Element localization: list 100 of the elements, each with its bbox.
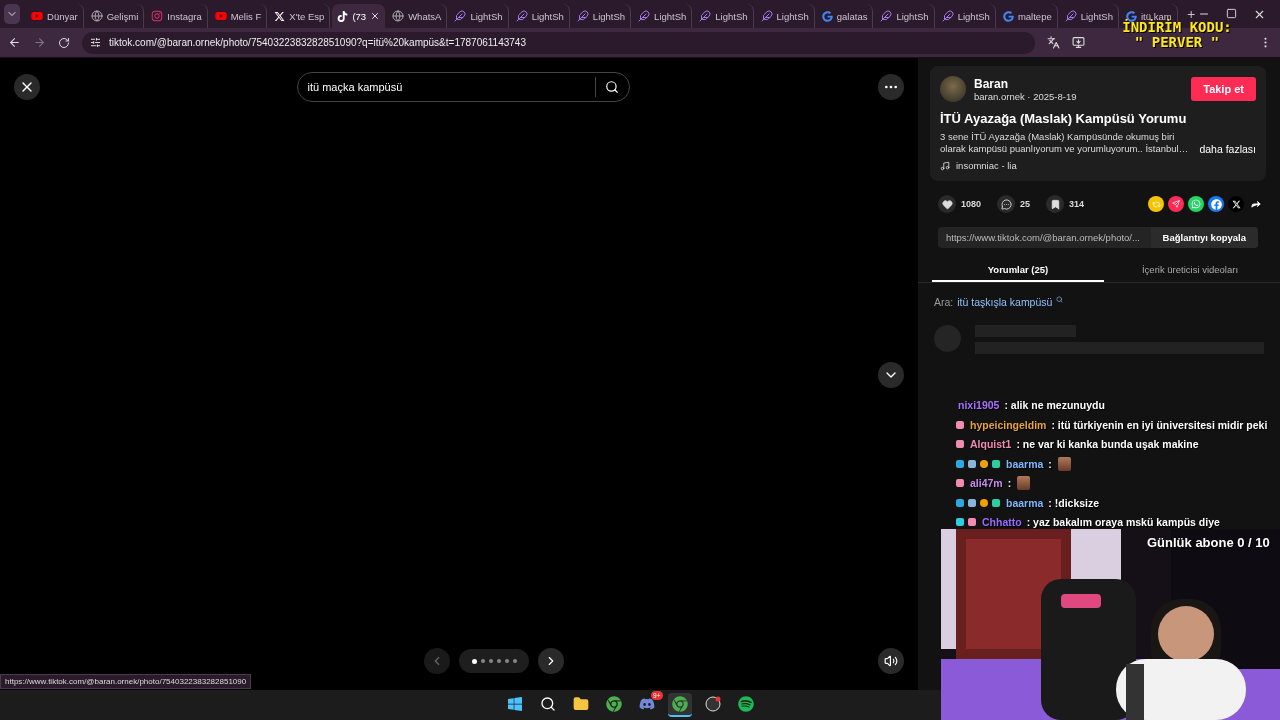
send-icon bbox=[1172, 200, 1180, 208]
avatar[interactable] bbox=[940, 76, 966, 102]
post-title: İTÜ Ayazağa (Maslak) Kampüsü Yorumu bbox=[940, 111, 1188, 126]
g-logo-icon bbox=[1002, 10, 1014, 22]
install-icon[interactable] bbox=[1072, 36, 1085, 49]
bookmark-button[interactable] bbox=[1046, 195, 1065, 213]
feather-icon bbox=[941, 10, 954, 22]
author-handle: baran.ornek · 2025-8-19 bbox=[974, 90, 1078, 102]
next-post-button[interactable] bbox=[878, 362, 904, 388]
chat-message: : alik ne mezunuydu bbox=[1004, 399, 1105, 412]
heart-icon bbox=[941, 198, 953, 210]
folder-icon bbox=[572, 696, 589, 712]
more-button[interactable] bbox=[878, 74, 904, 100]
like-button[interactable] bbox=[938, 195, 956, 213]
bookmark-icon bbox=[1049, 198, 1061, 210]
camera-icon bbox=[151, 10, 164, 22]
page-dot[interactable] bbox=[480, 659, 485, 663]
search-icon bbox=[1056, 296, 1064, 303]
record-app-icon bbox=[704, 696, 721, 712]
panel-tab[interactable]: Yorumlar (25) bbox=[932, 258, 1104, 282]
page-dot[interactable] bbox=[471, 658, 477, 664]
send-button[interactable] bbox=[1168, 196, 1184, 212]
page-dot[interactable] bbox=[496, 659, 501, 663]
feather-icon bbox=[576, 10, 589, 22]
speaker-icon bbox=[884, 654, 898, 668]
search-icon bbox=[539, 696, 556, 712]
chat-username: hypeicingeldim bbox=[970, 418, 1047, 431]
tab-list-button[interactable] bbox=[4, 4, 21, 24]
sound-waves-icon bbox=[737, 696, 754, 712]
game-controller-face-icon bbox=[638, 696, 655, 712]
x-icon bbox=[1231, 199, 1241, 209]
play-button-icon bbox=[31, 10, 44, 22]
chat-message: : bbox=[1048, 457, 1052, 470]
promo-text: " PERVER " bbox=[1134, 35, 1220, 50]
comment-button[interactable] bbox=[997, 195, 1016, 213]
stat-count: 314 bbox=[1069, 199, 1085, 209]
close-icon[interactable] bbox=[370, 11, 381, 21]
feather-icon bbox=[1064, 10, 1077, 22]
play-button-icon bbox=[214, 10, 227, 22]
feather-icon bbox=[699, 10, 712, 22]
speech-bubble-icon bbox=[1000, 198, 1012, 210]
feather-icon bbox=[638, 10, 651, 22]
panel-tab[interactable]: İçerik üreticisi videoları bbox=[1104, 258, 1276, 282]
feather-icon bbox=[515, 10, 528, 22]
follow-button[interactable]: Takip et bbox=[1191, 77, 1256, 101]
music-title[interactable]: insomniac - lia bbox=[956, 160, 1017, 171]
windows-logo-icon bbox=[506, 696, 523, 712]
chat-username: Chhatto bbox=[982, 516, 1022, 529]
translate-icon[interactable] bbox=[1047, 36, 1060, 49]
chat-message: : ne var ki kanka bunda uşak makine bbox=[1016, 438, 1199, 451]
stat-count: 1080 bbox=[961, 199, 982, 209]
address-field[interactable]: tiktok.com/@baran.ornek/photo/7540322383282851090?q=itü%20kampüs&t=1787061143743 bbox=[82, 31, 1035, 54]
browser-logo-icon bbox=[671, 696, 688, 712]
stat-count: 25 bbox=[1020, 199, 1031, 209]
share-arrow-icon bbox=[1250, 198, 1262, 210]
maximize-icon[interactable] bbox=[1226, 7, 1237, 19]
search-field[interactable]: itü maçka kampüsü bbox=[296, 72, 630, 102]
browser-tab[interactable]: (73 bbox=[332, 4, 386, 28]
whatsapp-button[interactable] bbox=[1188, 196, 1204, 212]
chat-username: baarma bbox=[1006, 496, 1044, 509]
feather-icon bbox=[454, 10, 467, 22]
search-icon bbox=[605, 80, 619, 94]
chat-username: Alquist1 bbox=[970, 438, 1012, 451]
site-settings-icon[interactable] bbox=[90, 37, 101, 48]
next-button[interactable] bbox=[538, 648, 564, 674]
globe-icon bbox=[392, 10, 405, 22]
globe-icon bbox=[90, 10, 103, 22]
more-link[interactable]: daha fazlası bbox=[1199, 143, 1256, 155]
copy-link-button[interactable]: Bağlantıyı kopyala bbox=[1150, 227, 1258, 248]
repost-icon bbox=[1151, 199, 1161, 209]
author-name[interactable]: Baran bbox=[974, 76, 1184, 91]
back-icon[interactable] bbox=[8, 36, 21, 49]
feather-icon bbox=[880, 10, 893, 22]
chat-message: : !dicksize bbox=[1048, 496, 1100, 509]
x-share-button[interactable] bbox=[1228, 196, 1244, 212]
volume-button[interactable] bbox=[878, 648, 904, 674]
search-prefix: Ara: bbox=[934, 296, 954, 308]
subscriber-goal: Günlük abone 0 / 10 bbox=[1147, 535, 1270, 550]
page-dot[interactable] bbox=[504, 659, 509, 663]
search-suggestion-link[interactable]: itü taşkışla kampüsü bbox=[957, 296, 1053, 308]
page-dot[interactable] bbox=[512, 659, 517, 663]
repost-button[interactable] bbox=[1148, 196, 1164, 212]
forward-icon[interactable] bbox=[33, 36, 46, 49]
chat-message: : yaz bakalım oraya mskü kampüs diye bbox=[1026, 516, 1220, 529]
chat-username: ali47m bbox=[970, 477, 1003, 490]
close-button[interactable] bbox=[14, 74, 40, 100]
music-note-icon bbox=[337, 10, 349, 22]
chat-username: baarma bbox=[1006, 457, 1044, 470]
browser-app-button[interactable] bbox=[667, 693, 692, 717]
music-icon bbox=[940, 160, 950, 171]
chat-message: : itü türkiyenin en iyi üniversitesi midir peki bbox=[1051, 418, 1268, 431]
post-description: 3 sene İTÜ Ayazağa (Maslak) Kampüsünde okumuş biri olarak kampüsü puanlıyorum ve yorumluyorum.. İstanbul… bbox=[940, 131, 1190, 155]
feather-icon bbox=[760, 10, 773, 22]
facebook-button[interactable] bbox=[1208, 196, 1224, 212]
chat-username: nixi1905 bbox=[958, 399, 1000, 412]
phone-bubble-icon bbox=[1191, 199, 1201, 209]
browser-logo-icon bbox=[605, 696, 622, 712]
page-dot[interactable] bbox=[488, 659, 493, 663]
reload-icon[interactable] bbox=[58, 36, 70, 49]
g-logo-icon bbox=[821, 10, 833, 22]
